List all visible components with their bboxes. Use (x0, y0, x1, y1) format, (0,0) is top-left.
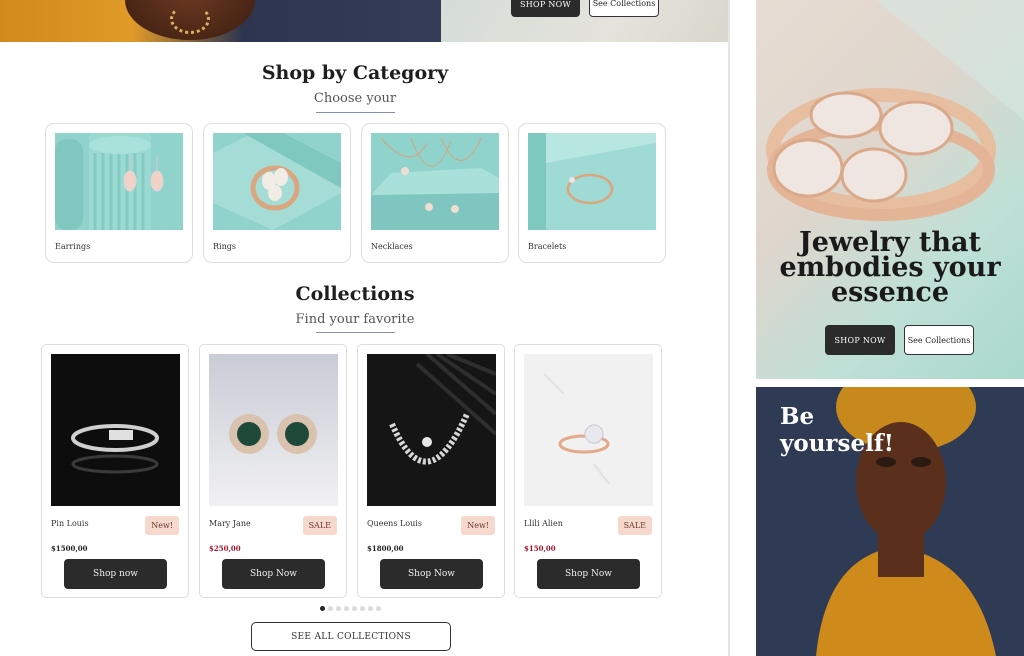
hero-shop-now-button[interactable]: SHOP NOW (825, 325, 895, 355)
top-shop-now-button[interactable]: SHOP NOW (511, 0, 580, 17)
collections-section-title: Collections (295, 283, 415, 305)
collection-card-mary-jane[interactable]: Mary Jane SALE $250,00 Shop Now (199, 344, 347, 598)
category-label: Earrings (55, 242, 91, 251)
category-section-title: Shop by Category (261, 62, 449, 84)
category-label: Necklaces (371, 242, 413, 251)
hero-title-line: essence (830, 277, 949, 308)
category-section-subtitle: Choose your (313, 91, 397, 106)
pin-louis-photo (51, 354, 180, 506)
collection-price: $250,00 (209, 544, 241, 553)
collection-card-pin-louis[interactable]: Pin Louis New! $1500,00 Shop now (41, 344, 189, 598)
collections-section-subtitle: Find your favorite (295, 312, 415, 327)
llili-alien-photo (524, 354, 653, 506)
sale-badge: SALE (617, 516, 652, 535)
mary-jane-photo (209, 354, 338, 506)
sale-badge: SALE (302, 516, 337, 535)
promo-title-line: Be (780, 403, 815, 430)
pagination-dot[interactable] (344, 606, 349, 611)
pagination-dot[interactable] (368, 606, 373, 611)
pagination-dot[interactable] (328, 606, 333, 611)
collection-card-llili-alien[interactable]: Llili Alien SALE $150,00 Shop Now (514, 344, 662, 598)
pagination-dot[interactable] (352, 606, 357, 611)
carousel-pagination (320, 606, 381, 611)
hero-see-collections-button[interactable]: See Collections (904, 325, 974, 355)
pagination-dot[interactable] (376, 606, 381, 611)
collection-price: $1800,00 (367, 544, 404, 553)
category-label: Bracelets (528, 242, 567, 251)
top-hero-banner (441, 0, 728, 42)
hero-title: Jewelry that embodies your essence (756, 229, 1024, 308)
collections-underline (316, 332, 395, 333)
earrings-photo (55, 133, 183, 230)
category-label: Rings (213, 242, 236, 251)
column-divider (728, 0, 730, 656)
pagination-dot[interactable] (336, 606, 341, 611)
pagination-dot[interactable] (360, 606, 365, 611)
promo-banner: Be yourself! (756, 387, 1024, 656)
promo-title-line: yourself! (780, 430, 894, 457)
collection-price: $150,00 (524, 544, 556, 553)
necklaces-photo (371, 133, 499, 230)
queens-louis-photo (367, 354, 496, 506)
ring-photo (766, 0, 1024, 221)
shop-now-button[interactable]: Shop now (64, 559, 167, 589)
hero-banner: Jewelry that embodies your essence SHOP … (756, 0, 1024, 379)
category-card-rings[interactable]: Rings (203, 123, 351, 263)
rings-photo (213, 133, 341, 230)
collection-name: Pin Louis (51, 519, 89, 528)
see-all-collections-button[interactable]: SEE ALL COLLECTIONS (251, 622, 451, 651)
top-see-collections-button[interactable]: See Collections (589, 0, 659, 17)
category-card-necklaces[interactable]: Necklaces (361, 123, 509, 263)
collection-card-queens-louis[interactable]: Queens Louis New! $1800,00 Shop Now (357, 344, 505, 598)
collection-price: $1500,00 (51, 544, 88, 553)
category-card-earrings[interactable]: Earrings (45, 123, 193, 263)
collection-name: Mary Jane (209, 519, 251, 528)
shop-now-button[interactable]: Shop Now (222, 559, 325, 589)
shop-now-button[interactable]: Shop Now (537, 559, 640, 589)
shop-now-button[interactable]: Shop Now (380, 559, 483, 589)
bracelets-photo (528, 133, 656, 230)
gold-chain-graphic (170, 4, 210, 34)
category-underline (316, 112, 395, 113)
new-badge: New! (461, 516, 495, 535)
promo-title: Be yourself! (780, 403, 894, 457)
collection-name: Queens Louis (367, 519, 422, 528)
category-card-bracelets[interactable]: Bracelets (518, 123, 666, 263)
pagination-dot[interactable] (320, 606, 325, 611)
new-badge: New! (145, 516, 179, 535)
top-model-photo (0, 0, 441, 42)
collection-name: Llili Alien (524, 519, 563, 528)
